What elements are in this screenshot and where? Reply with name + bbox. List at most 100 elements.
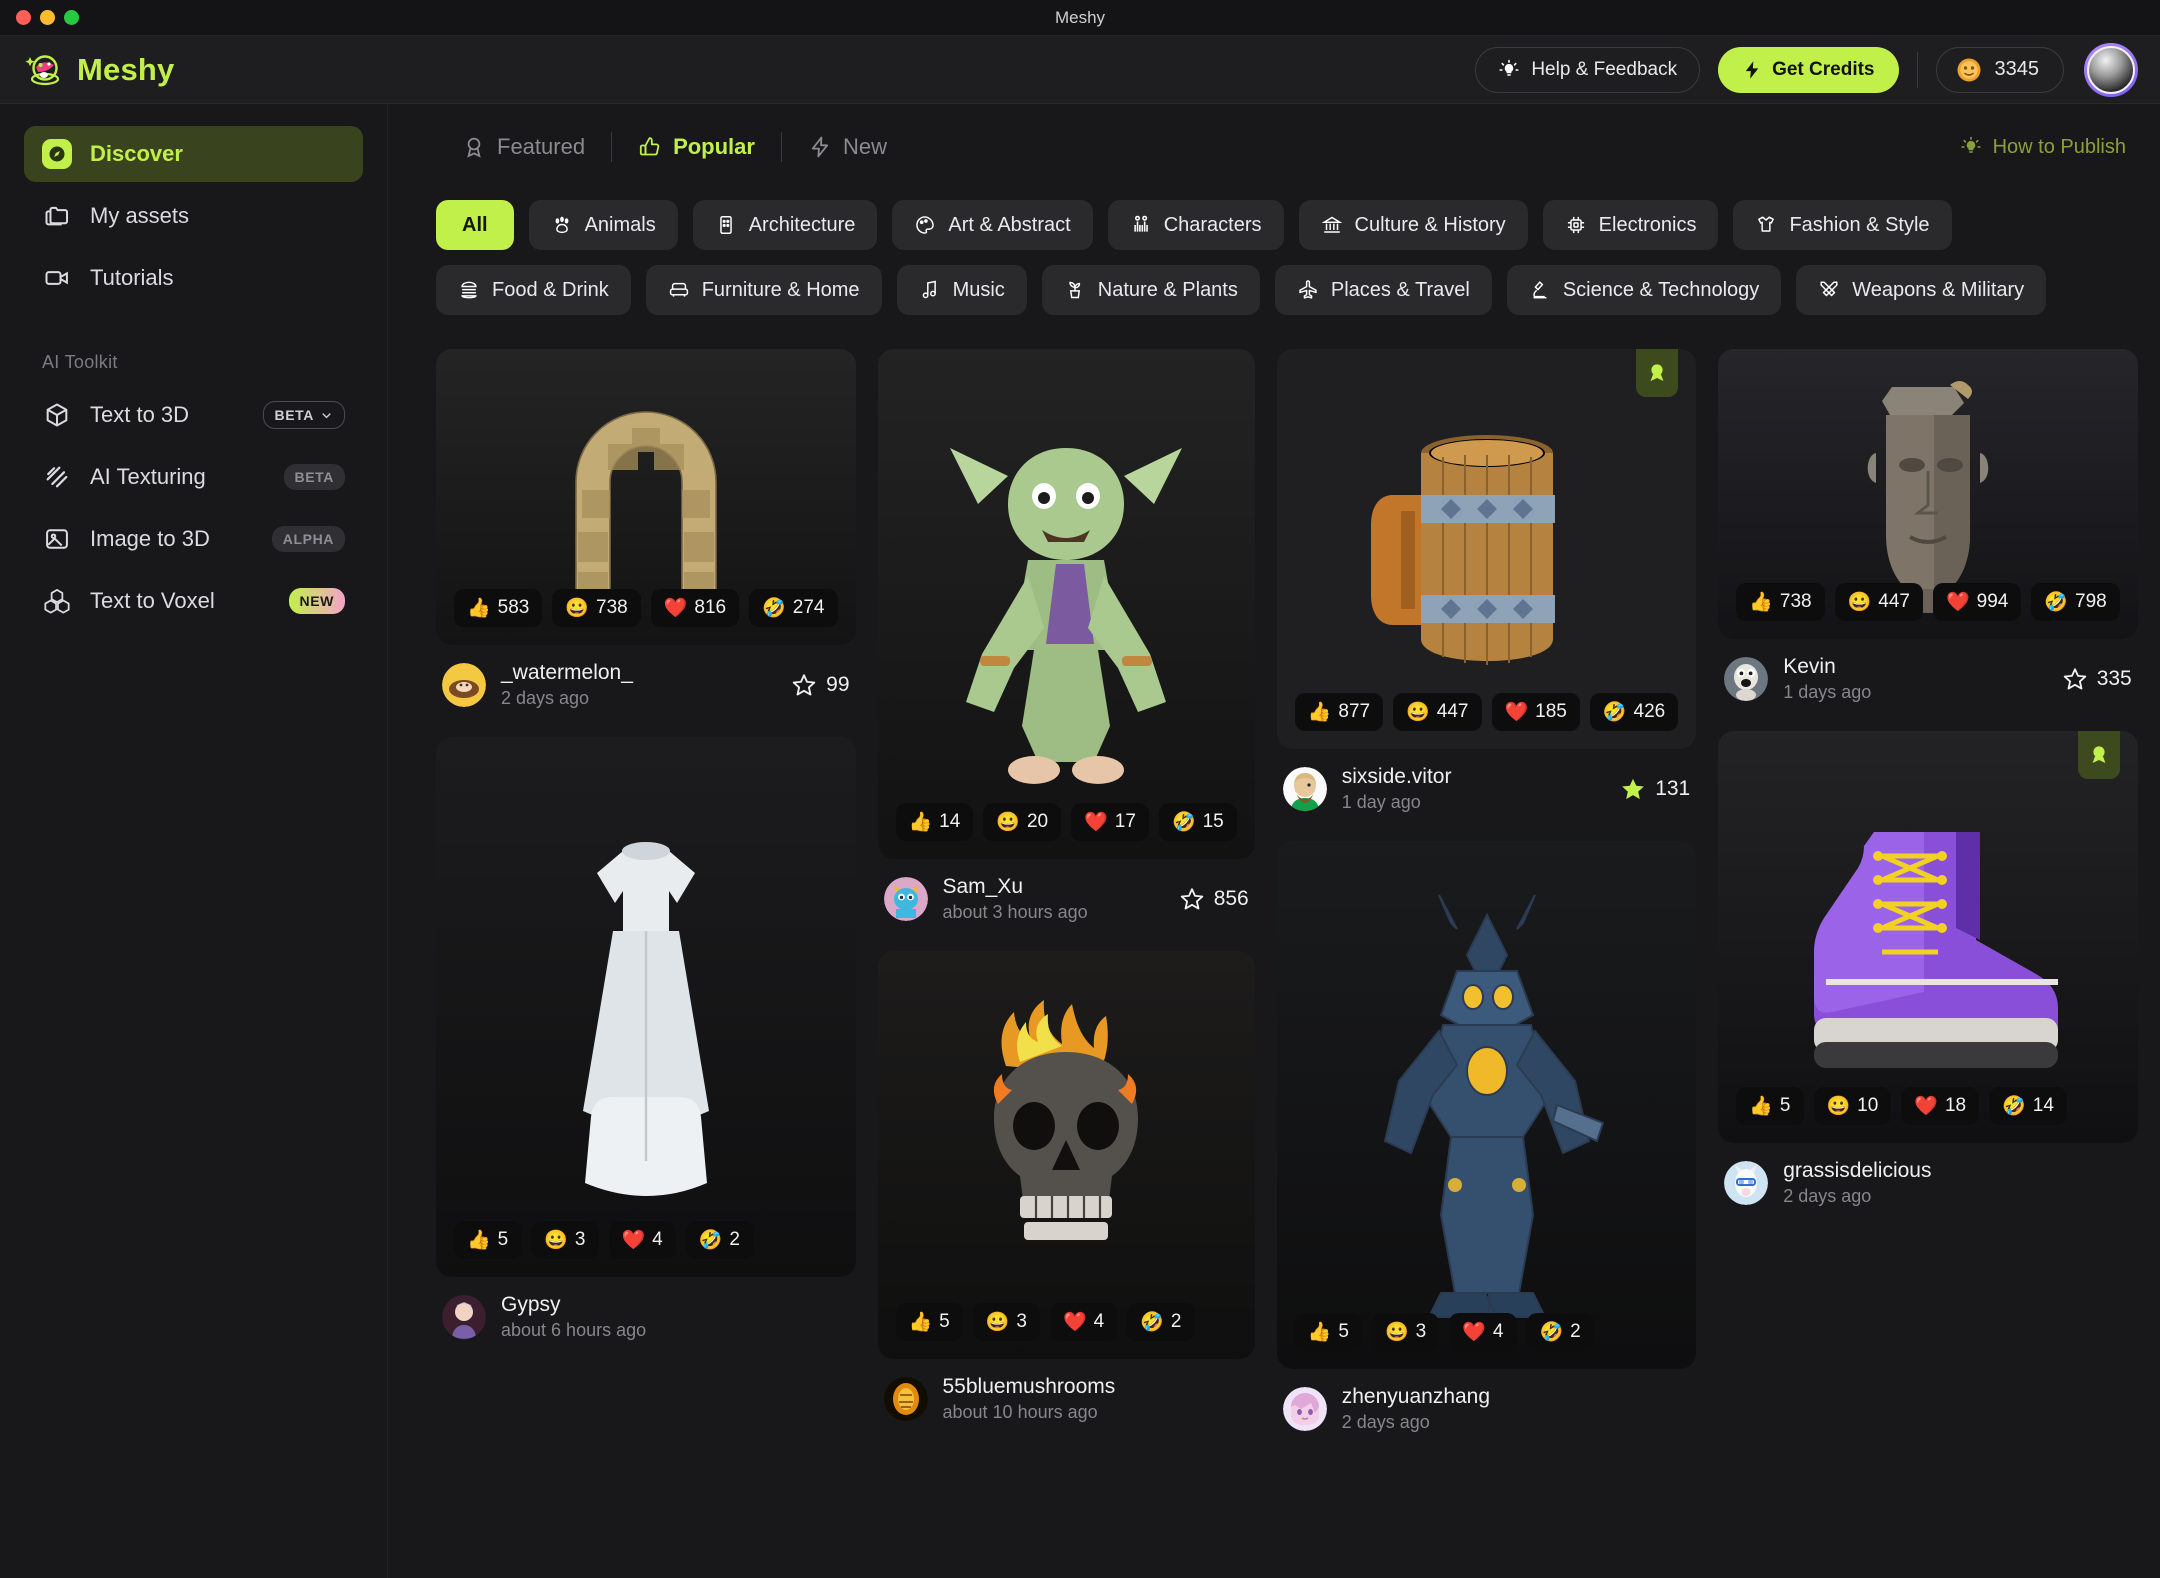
asset-card[interactable]: 👍 877 😀 447 ❤️ 185 (1277, 349, 1697, 819)
chip-music[interactable]: Music (897, 265, 1027, 315)
asset-card[interactable]: 👍 14 😀 20 ❤️ 17 (878, 349, 1255, 929)
thumbs-up-reaction[interactable]: 👍 738 (1736, 583, 1824, 621)
sidebar-item-discover[interactable]: Discover (24, 126, 363, 182)
grin-reaction[interactable]: 😀 738 (552, 589, 640, 627)
star-button[interactable]: 131 (1620, 776, 1690, 802)
asset-thumbnail[interactable]: 👍 5 😀 3 ❤️ 4 (436, 737, 856, 1277)
rofl-reaction[interactable]: 🤣 15 (1159, 803, 1237, 841)
chip-nature-plants[interactable]: Nature & Plants (1042, 265, 1260, 315)
help-feedback-button[interactable]: Help & Feedback (1475, 47, 1700, 93)
asset-thumbnail[interactable]: 👍 5 😀 3 ❤️ 4 (878, 951, 1255, 1359)
grin-reaction[interactable]: 😀 3 (531, 1221, 598, 1259)
badge-text-to-3d[interactable]: BETA (263, 401, 345, 429)
author-avatar[interactable] (884, 877, 928, 921)
tab-featured[interactable]: Featured (436, 130, 611, 164)
thumbs-up-count: 877 (1338, 701, 1370, 723)
chip-all[interactable]: All (436, 200, 514, 250)
chip-animals[interactable]: Animals (529, 200, 678, 250)
author-avatar[interactable] (442, 1295, 486, 1339)
grin-reaction[interactable]: 😀 3 (1372, 1313, 1439, 1351)
author-avatar[interactable] (1283, 767, 1327, 811)
thumbs-up-reaction[interactable]: 👍 14 (896, 803, 974, 841)
chip-characters-label: Characters (1164, 214, 1262, 237)
music-icon (919, 279, 941, 301)
author-avatar[interactable] (884, 1377, 928, 1421)
heart-reaction[interactable]: ❤️ 4 (1449, 1313, 1516, 1351)
people-icon (1130, 214, 1152, 236)
heart-reaction[interactable]: ❤️ 4 (609, 1221, 676, 1259)
chip-electronics[interactable]: Electronics (1543, 200, 1719, 250)
author-avatar[interactable] (442, 663, 486, 707)
thumbs-up-reaction[interactable]: 👍 5 (1295, 1313, 1362, 1351)
grin-reaction[interactable]: 😀 20 (983, 803, 1061, 841)
credits-balance[interactable]: 3345 (1936, 47, 2065, 93)
heart-reaction[interactable]: ❤️ 994 (1933, 583, 2021, 621)
rofl-reaction[interactable]: 🤣 274 (749, 589, 837, 627)
heart-reaction[interactable]: ❤️ 4 (1050, 1303, 1117, 1341)
user-avatar[interactable] (2084, 43, 2138, 97)
rofl-reaction[interactable]: 🤣 2 (1527, 1313, 1594, 1351)
chip-fashion-style[interactable]: Fashion & Style (1733, 200, 1951, 250)
thumbs-up-reaction[interactable]: 👍 5 (896, 1303, 963, 1341)
chip-characters[interactable]: Characters (1108, 200, 1284, 250)
rofl-count: 2 (1171, 1311, 1182, 1333)
chip-art-abstract[interactable]: Art & Abstract (892, 200, 1092, 250)
sidebar-item-text-to-voxel[interactable]: Text to Voxel NEW (24, 573, 363, 629)
chip-places-travel[interactable]: Places & Travel (1275, 265, 1492, 315)
sidebar-item-text-to-3d[interactable]: Text to 3D BETA (24, 387, 363, 443)
rofl-reaction[interactable]: 🤣 798 (2031, 583, 2119, 621)
how-to-publish-link[interactable]: How to Publish (1960, 136, 2126, 159)
rofl-reaction[interactable]: 🤣 426 (1590, 693, 1678, 731)
author-avatar[interactable] (1724, 1161, 1768, 1205)
grin-reaction[interactable]: 😀 447 (1835, 583, 1923, 621)
chip-food-drink[interactable]: Food & Drink (436, 265, 631, 315)
get-credits-button[interactable]: Get Credits (1718, 47, 1898, 93)
heart-reaction[interactable]: ❤️ 816 (651, 589, 739, 627)
rofl-reaction[interactable]: 🤣 2 (686, 1221, 753, 1259)
star-count: 131 (1655, 777, 1690, 801)
tab-popular[interactable]: Popular (612, 130, 781, 164)
heart-reaction[interactable]: ❤️ 185 (1492, 693, 1580, 731)
asset-thumbnail[interactable]: 👍 5 😀 10 ❤️ 18 (1718, 731, 2138, 1143)
star-button[interactable]: 335 (2062, 666, 2132, 692)
thumbs-up-reaction[interactable]: 👍 583 (454, 589, 542, 627)
chip-architecture[interactable]: Architecture (693, 200, 878, 250)
sidebar-item-tutorials[interactable]: Tutorials (24, 250, 363, 306)
heart-reaction[interactable]: ❤️ 18 (1901, 1087, 1979, 1125)
asset-card[interactable]: 👍 5 😀 10 ❤️ 18 (1718, 731, 2138, 1213)
star-button[interactable]: 856 (1179, 886, 1249, 912)
asset-thumbnail[interactable]: 👍 5 😀 3 ❤️ 4 (1277, 841, 1697, 1369)
rofl-reaction[interactable]: 🤣 14 (1989, 1087, 2067, 1125)
chip-furniture-home[interactable]: Furniture & Home (646, 265, 882, 315)
asset-card[interactable]: 👍 738 😀 447 ❤️ 994 (1718, 349, 2138, 709)
sidebar-item-image-to-3d[interactable]: Image to 3D ALPHA (24, 511, 363, 567)
grin-reaction[interactable]: 😀 447 (1393, 693, 1481, 731)
asset-thumbnail[interactable]: 👍 583 😀 738 ❤️ 816 (436, 349, 856, 645)
brand-logo[interactable]: Meshy (24, 50, 174, 90)
asset-thumbnail[interactable]: 👍 738 😀 447 ❤️ 994 (1718, 349, 2138, 639)
chip-culture-history[interactable]: Culture & History (1299, 200, 1528, 250)
sidebar-item-ai-texturing[interactable]: AI Texturing BETA (24, 449, 363, 505)
heart-emoji: ❤️ (622, 1231, 646, 1250)
heart-reaction[interactable]: ❤️ 17 (1071, 803, 1149, 841)
author-avatar[interactable] (1724, 657, 1768, 701)
folders-icon (42, 201, 72, 231)
asset-card[interactable]: 👍 5 😀 3 ❤️ 4 (1277, 841, 1697, 1439)
author-avatar[interactable] (1283, 1387, 1327, 1431)
sidebar-item-my-assets[interactable]: My assets (24, 188, 363, 244)
star-button[interactable]: 99 (791, 672, 849, 698)
asset-card[interactable]: 👍 583 😀 738 ❤️ 816 (436, 349, 856, 715)
thumbs-up-reaction[interactable]: 👍 5 (454, 1221, 521, 1259)
thumbs-up-reaction[interactable]: 👍 877 (1295, 693, 1383, 731)
thumbs-up-reaction[interactable]: 👍 5 (1736, 1087, 1803, 1125)
chip-weapons-military[interactable]: Weapons & Military (1796, 265, 2046, 315)
chip-science-technology[interactable]: Science & Technology (1507, 265, 1781, 315)
asset-thumbnail[interactable]: 👍 877 😀 447 ❤️ 185 (1277, 349, 1697, 749)
grin-reaction[interactable]: 😀 3 (973, 1303, 1040, 1341)
rofl-reaction[interactable]: 🤣 2 (1127, 1303, 1194, 1341)
tab-new[interactable]: New (782, 130, 913, 164)
asset-card[interactable]: 👍 5 😀 3 ❤️ 4 (436, 737, 856, 1347)
asset-thumbnail[interactable]: 👍 14 😀 20 ❤️ 17 (878, 349, 1255, 859)
grin-reaction[interactable]: 😀 10 (1814, 1087, 1892, 1125)
asset-card[interactable]: 👍 5 😀 3 ❤️ 4 (878, 951, 1255, 1429)
